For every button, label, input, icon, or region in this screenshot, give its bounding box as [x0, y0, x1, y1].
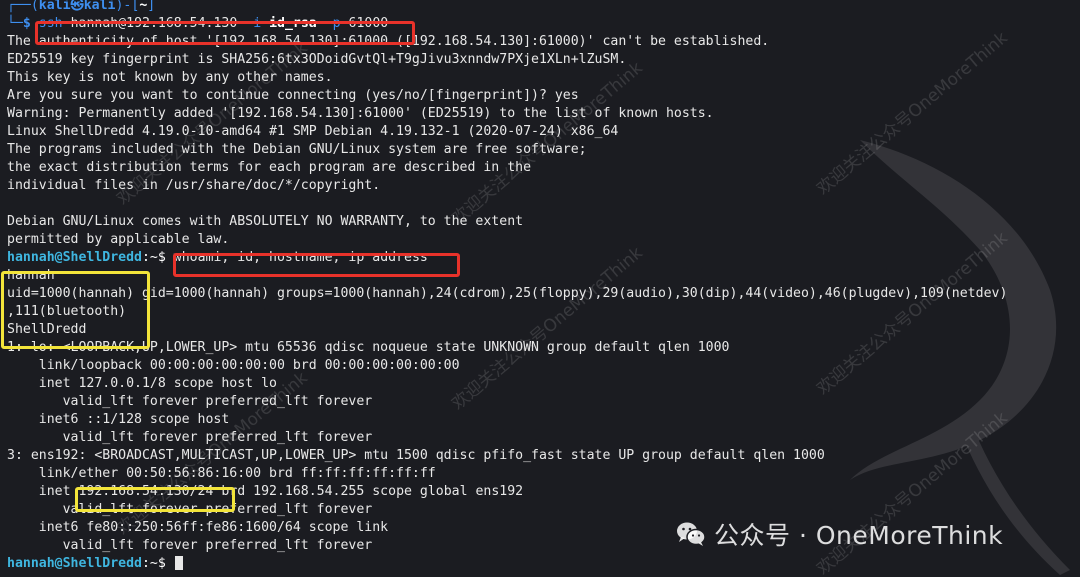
command-flag-p: -p [324, 16, 341, 31]
command-line-recon: hannah@ShellDredd:~$ whoami; id; hostnam… [7, 249, 1080, 267]
output-line: uid=1000(hannah) gid=1000(hannah) groups… [7, 286, 1008, 301]
output-line: link/ether 00:50:56:86:16:00 brd ff:ff:f… [7, 466, 436, 481]
output-line: ED25519 key fingerprint is SHA256:6tx3OD… [7, 52, 627, 67]
output-line: The programs included with the Debian GN… [7, 142, 587, 157]
prompt-dollar: $ [157, 556, 174, 571]
command-recon: whoami; id; hostname; ip address [173, 250, 428, 265]
output-line: link/loopback 00:00:00:00:00:00 brd 00:0… [7, 358, 460, 373]
prompt-path: :~ [141, 556, 158, 571]
output-line: permitted by applicable law. [7, 232, 230, 247]
output-line: Linux ShellDredd 4.19.0-10-amd64 #1 SMP … [7, 124, 619, 139]
wechat-icon [677, 522, 706, 546]
output-line: 1: lo: <LOOPBACK,UP,LOWER_UP> mtu 65536 … [7, 340, 730, 355]
output-line: valid_lft forever preferred_lft forever [7, 394, 373, 409]
inet-line: inet 192.168.54.130/24 brd 192.168.54.25… [7, 484, 524, 499]
command-port: 61000 [340, 16, 389, 31]
output-line: ,111(bluetooth) [7, 304, 127, 319]
prompt-dollar: $ [157, 250, 174, 265]
output-line: 3: ens192: <BROADCAST,MULTICAST,UP,LOWER… [7, 448, 825, 463]
prompt-path: :~ [141, 250, 158, 265]
output-line: Debian GNU/Linux comes with ABSOLUTELY N… [7, 214, 524, 229]
text-cursor[interactable] [174, 556, 183, 570]
output-line: valid_lft forever preferred_lft forever [7, 430, 373, 445]
prompt-user: kali [38, 0, 71, 13]
terminal-output: ┌──(kali㉿kali)-[~] └─$ ssh hannah@192.16… [7, 0, 1080, 573]
command-ssh: ssh [38, 16, 63, 31]
output-line: The authenticity of host '[192.168.54.13… [7, 34, 770, 49]
output-line: This key is not known by any other names… [7, 70, 333, 85]
output-line: hannah [7, 268, 55, 283]
prompt-host: kali [83, 0, 116, 13]
prompt-at-symbol: ㉿ [70, 0, 84, 13]
command-key-file: id_rsa [261, 16, 325, 31]
output-line: ShellDredd [7, 322, 87, 337]
output-line: inet6 ::1/128 scope host [7, 412, 230, 427]
output-line: Are you sure you want to continue connec… [7, 88, 579, 103]
command-ssh-target: hannah@192.168.54.130 [62, 16, 246, 31]
output-line: the exact distribution terms for each pr… [7, 160, 532, 175]
command-flag-i: -i [245, 16, 262, 31]
prompt-header-line: ┌──(kali㉿kali)-[~] [7, 0, 156, 13]
output-line: Warning: Permanently added '[192.168.54.… [7, 106, 714, 121]
wechat-brand: 公众号 · OneMoreThink [676, 516, 1003, 552]
output-line: inet 127.0.0.1/8 scope host lo [7, 376, 277, 391]
prompt-user-host: hannah@ShellDredd [7, 556, 142, 571]
command-line-ssh: └─$ ssh hannah@192.168.54.130 -i id_rsa … [7, 16, 389, 31]
prompt-user-host: hannah@ShellDredd [7, 250, 142, 265]
inet-ip-address: 192.168.54.130/24 [78, 484, 214, 499]
output-line: individual files in /usr/share/doc/*/cop… [7, 178, 381, 193]
terminal-window[interactable]: 欢迎关注公众号OneMoreThink 欢迎关注公众号OneMoreThink … [0, 0, 1080, 577]
command-line-current[interactable]: hannah@ShellDredd:~$ [7, 555, 1080, 573]
brand-label: 公众号 · OneMoreThink [714, 521, 1004, 550]
prompt-dollar: $ [22, 16, 31, 31]
